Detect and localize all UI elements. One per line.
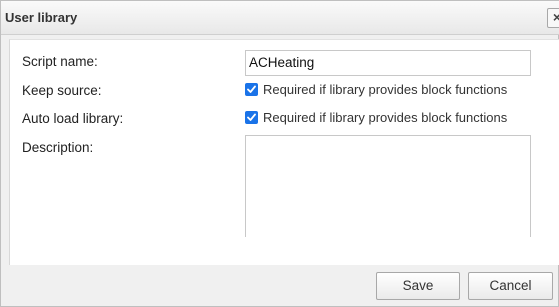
auto-load-label: Auto load library: — [22, 111, 124, 126]
script-name-value: ACHeating — [249, 55, 315, 70]
keep-source-label: Keep source: — [22, 83, 102, 98]
dialog-title: User library — [5, 10, 78, 25]
checkmark-icon — [247, 113, 256, 121]
cancel-button[interactable]: Cancel — [468, 272, 553, 300]
script-name-label: Script name: — [22, 54, 98, 69]
description-label: Description: — [22, 140, 94, 155]
checkmark-icon — [247, 85, 256, 93]
close-button[interactable]: × — [547, 8, 559, 28]
keep-source-hint: Required if library provides block funct… — [263, 82, 508, 97]
save-button[interactable]: Save — [376, 272, 460, 300]
description-textarea[interactable] — [245, 135, 531, 237]
dialog-titlebar: User library × — [1, 1, 559, 35]
keep-source-checkbox[interactable] — [245, 83, 258, 96]
auto-load-hint: Required if library provides block funct… — [263, 110, 508, 125]
close-icon: × — [552, 9, 559, 25]
user-library-dialog: User library × Script name: ACHeating Ke… — [0, 0, 559, 307]
auto-load-checkbox[interactable] — [245, 111, 258, 124]
script-name-input[interactable]: ACHeating — [245, 50, 531, 76]
